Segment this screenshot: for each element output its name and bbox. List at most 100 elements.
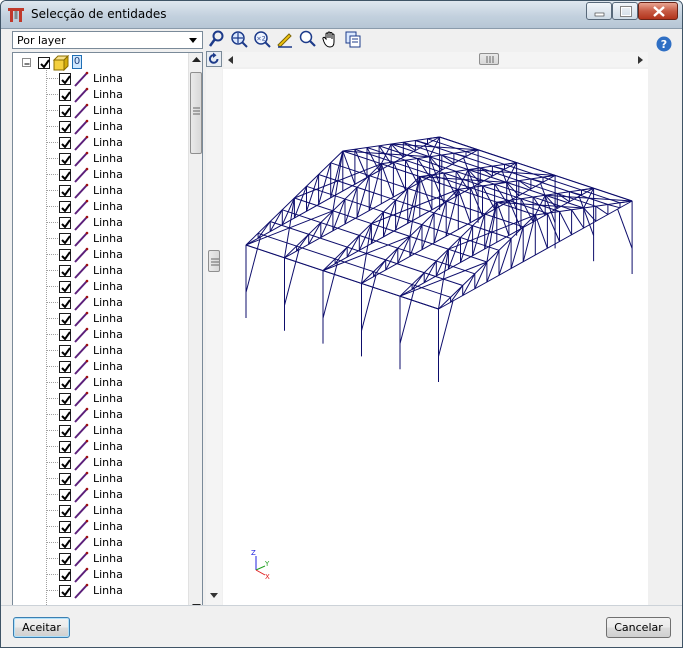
tree-item-row[interactable]: Linha [13,119,188,135]
entity-checkbox[interactable] [59,137,71,149]
entity-checkbox[interactable] [59,313,71,325]
structure-member[interactable] [332,150,344,211]
tree-item-row[interactable]: Linha [13,183,188,199]
tree-item-row[interactable]: Linha [13,503,188,519]
entity-checkbox[interactable] [59,249,71,261]
structure-member[interactable] [361,223,372,284]
minimize-button[interactable] [586,2,612,20]
tree-item-row[interactable]: Linha [13,103,188,119]
structure-member[interactable] [293,186,307,219]
tree-item-row[interactable]: Linha [13,423,188,439]
entity-checkbox[interactable] [59,457,71,469]
entity-checkbox[interactable] [59,105,71,117]
help-icon[interactable]: ? [656,36,672,52]
tree-item-row[interactable]: Linha [13,295,188,311]
entity-checkbox[interactable] [59,169,71,181]
structure-member[interactable] [534,214,548,249]
structure-member[interactable] [480,167,493,177]
tree-item-row[interactable]: Linha [13,359,188,375]
entity-checkbox[interactable] [59,393,71,405]
entity-checkbox[interactable] [59,425,71,437]
structure-member[interactable] [332,198,346,231]
scroll-down-icon[interactable] [210,593,218,599]
tree-item-row[interactable]: Linha [13,71,188,87]
root-checkbox[interactable] [38,57,50,69]
entity-checkbox[interactable] [59,89,71,101]
entity-checkbox[interactable] [59,553,71,565]
title-bar[interactable]: Selecção de entidades [1,1,682,29]
copy-view-icon[interactable] [344,30,362,48]
structure-member[interactable] [284,197,295,258]
zoom-factor-icon[interactable]: ×2 [253,30,271,48]
structure-member[interactable] [571,209,585,229]
zoom-all-icon[interactable] [230,30,248,48]
scroll-right-icon[interactable] [638,56,644,64]
structure-member[interactable] [438,300,454,357]
structure-member[interactable] [595,205,609,215]
structure-member[interactable] [445,189,459,237]
tree-scrollbar-thumb[interactable] [190,72,202,154]
entity-checkbox[interactable] [59,409,71,421]
structure-member[interactable] [439,136,633,202]
entity-checkbox[interactable] [59,265,71,277]
entity-checkbox[interactable] [59,473,71,485]
tree-item-row[interactable]: Linha [13,407,188,423]
structure-model[interactable]: ZYX [223,69,648,606]
structure-member[interactable] [370,211,384,244]
structure-member[interactable] [407,176,421,224]
structure-member[interactable] [403,141,416,151]
vertical-scrollbar[interactable] [206,69,222,606]
close-button[interactable] [638,2,678,20]
tree-item-row[interactable]: Linha [13,231,188,247]
entity-checkbox[interactable] [59,585,71,597]
entity-checkbox[interactable] [59,345,71,357]
zoom-window-icon[interactable] [276,30,294,48]
tree-item-row[interactable]: Linha [13,487,188,503]
tree-item-row[interactable]: Linha [13,471,188,487]
filter-dropdown[interactable]: Por layer [12,31,203,49]
3d-viewport[interactable]: ZYX [223,69,648,606]
structure-member[interactable] [484,202,498,250]
structure-member[interactable] [450,285,464,303]
horizontal-scrollbar-thumb[interactable] [479,53,499,65]
structure-member[interactable] [518,180,532,190]
tree-item-row[interactable]: Linha [13,583,188,599]
zoom-icon[interactable] [298,30,316,48]
tree-item-row[interactable]: Linha [13,215,188,231]
tree-item-row[interactable]: Linha [13,375,188,391]
rotate-view-button[interactable] [206,51,222,67]
accept-button[interactable]: Aceitar [13,617,70,638]
structure-member[interactable] [617,208,633,249]
select-icon[interactable] [208,30,226,48]
entity-checkbox[interactable] [59,361,71,373]
tree-item-row[interactable]: Linha [13,311,188,327]
structure-member[interactable] [557,192,570,203]
tree-item-row[interactable]: Linha [13,455,188,471]
entity-checkbox[interactable] [59,537,71,549]
tree-root-row[interactable]: 0 [13,55,188,71]
structure-member[interactable] [447,237,461,270]
tree-item-row[interactable]: Linha [13,343,188,359]
entity-checkbox[interactable] [59,329,71,341]
structure-member[interactable] [486,250,500,283]
entity-checkbox[interactable] [59,297,71,309]
structure-member[interactable] [330,150,344,198]
tree-item-row[interactable]: Linha [13,535,188,551]
scroll-left-icon[interactable] [228,56,234,64]
collapse-icon[interactable] [22,58,31,67]
entity-checkbox[interactable] [59,441,71,453]
tree-item-row[interactable]: Linha [13,279,188,295]
tree-item-row[interactable]: Linha [13,135,188,151]
tree-item-row[interactable]: Linha [13,87,188,103]
tree-scrollbar[interactable] [188,53,202,616]
entity-checkbox[interactable] [59,505,71,517]
entity-checkbox[interactable] [59,153,71,165]
entity-checkbox[interactable] [59,233,71,245]
tree-item-row[interactable]: Linha [13,567,188,583]
structure-member[interactable] [409,224,423,257]
tree-item-row[interactable]: Linha [13,327,188,343]
entity-checkbox[interactable] [59,281,71,293]
tree-item-row[interactable]: Linha [13,247,188,263]
structure-member[interactable] [607,204,621,209]
structure-member[interactable] [368,163,382,211]
